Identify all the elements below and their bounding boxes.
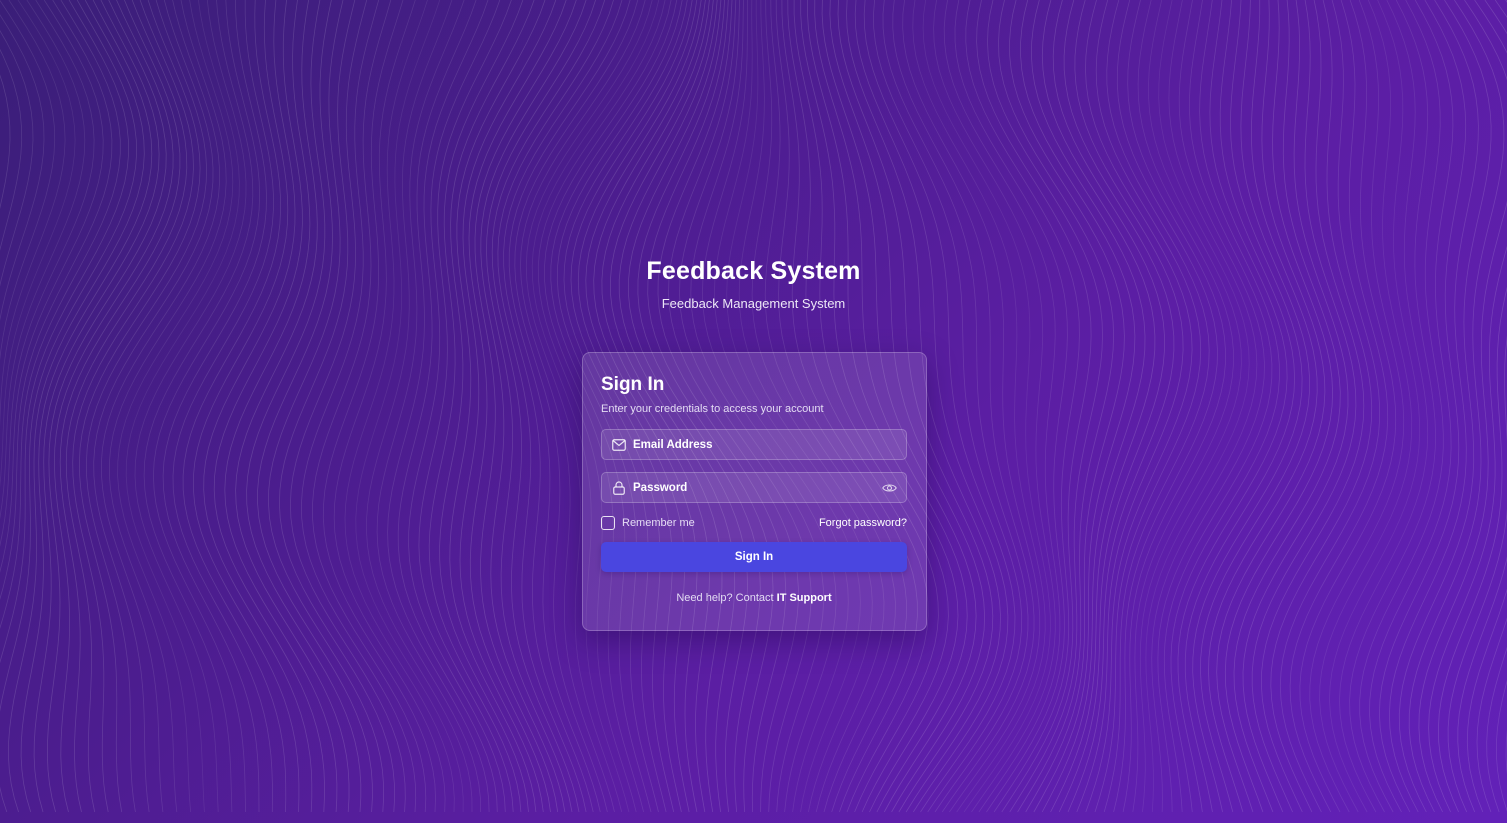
remember-me-checkbox[interactable]: [601, 516, 615, 530]
password-field-container: [601, 472, 907, 503]
help-prefix: Need help? Contact: [676, 592, 774, 604]
app-title: Feedback System: [646, 257, 861, 285]
password-input[interactable]: [633, 473, 881, 502]
mail-icon: [612, 438, 626, 452]
app-header: Feedback System Feedback Management Syst…: [0, 255, 1507, 313]
eye-icon[interactable]: [881, 481, 897, 495]
lock-icon: [612, 480, 626, 495]
forgot-password-link[interactable]: Forgot password?: [819, 517, 907, 529]
options-row: Remember me Forgot password?: [601, 515, 907, 531]
remember-me-label: Remember me: [622, 517, 695, 529]
sign-in-heading: Sign In: [601, 374, 665, 395]
sign-in-button[interactable]: Sign In: [601, 542, 907, 572]
remember-me-toggle[interactable]: Remember me: [601, 516, 695, 530]
sign-in-card: Sign In Enter your credentials to access…: [582, 352, 927, 631]
email-input[interactable]: [633, 430, 906, 459]
email-field-container: [601, 429, 907, 460]
help-text: Need help? Contact IT Support: [601, 592, 907, 604]
sign-in-description: Enter your credentials to access your ac…: [601, 403, 824, 415]
it-support-link[interactable]: IT Support: [777, 592, 832, 604]
app-subtitle: Feedback Management System: [661, 296, 846, 311]
